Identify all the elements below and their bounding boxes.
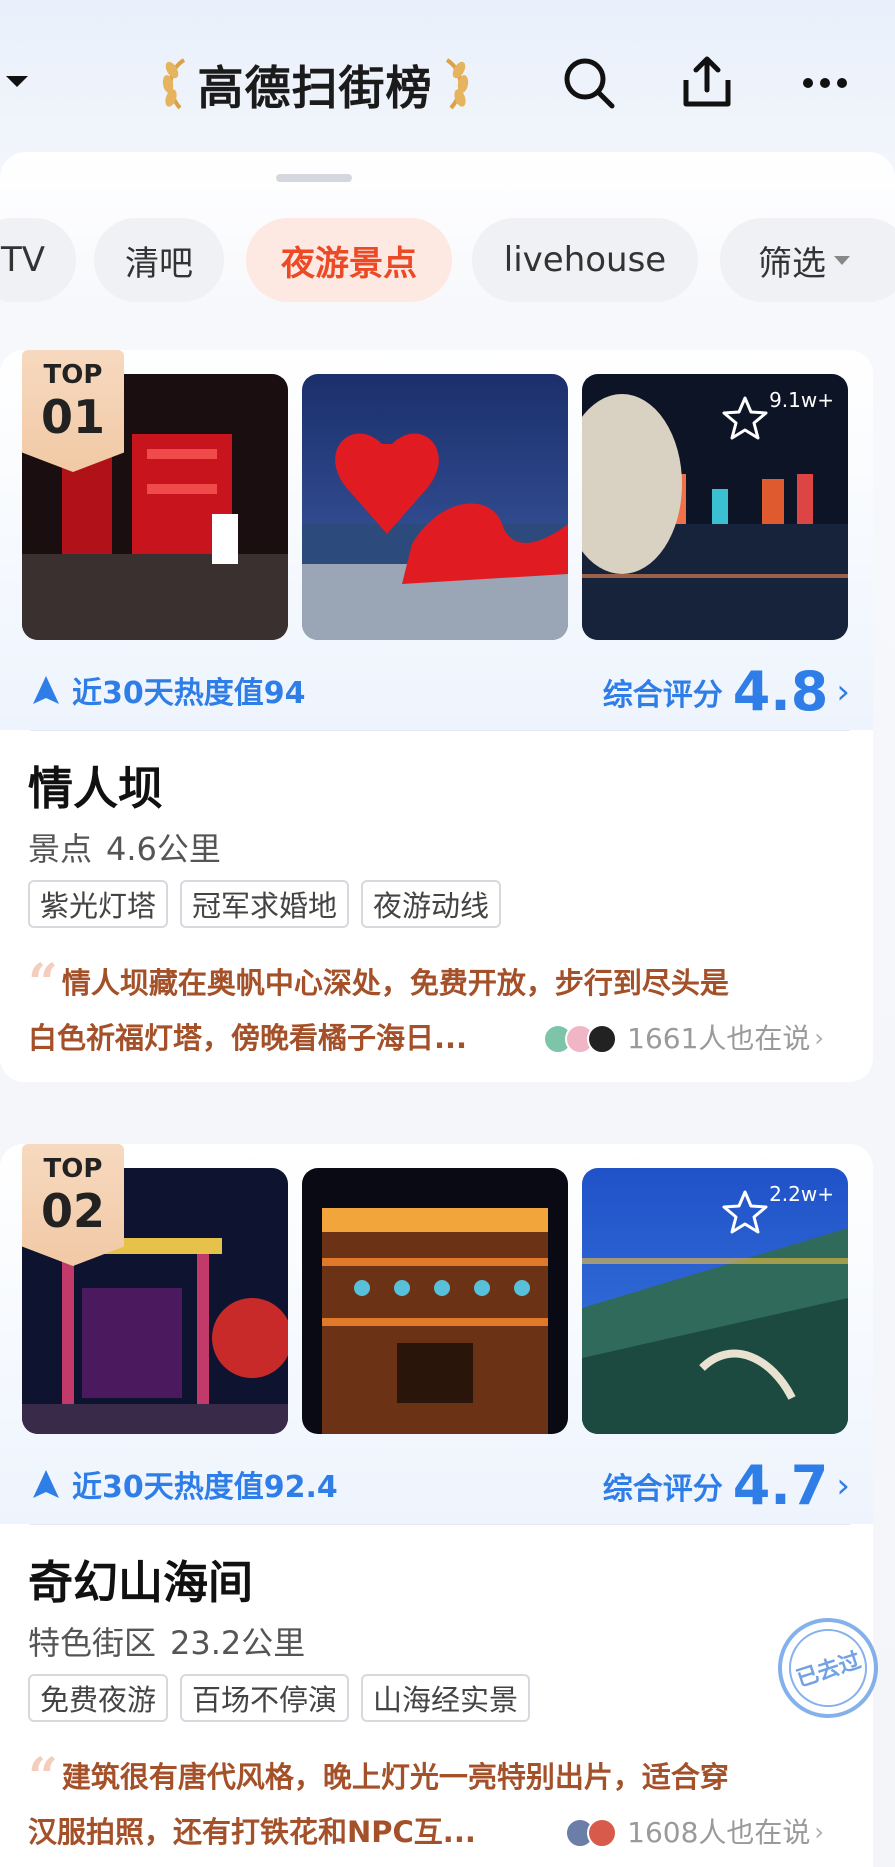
- share-icon[interactable]: [676, 52, 738, 114]
- filter-chip-bar: TV 清吧 夜游景点 livehouse 筛选: [0, 218, 895, 302]
- ranking-title: 高德扫街榜: [140, 50, 490, 120]
- rank-badge: TOP 01: [22, 350, 124, 472]
- sheet-drag-handle[interactable]: [276, 174, 352, 182]
- dropdown-chevron-icon[interactable]: [6, 76, 28, 87]
- tag-list: 免费夜游 百场不停演 山海经实景: [28, 1674, 542, 1722]
- photo-2-3[interactable]: 2.2w+: [582, 1168, 848, 1434]
- star-icon: [722, 396, 768, 440]
- more-icon[interactable]: [794, 52, 856, 114]
- chip-label: 夜游景点: [281, 243, 417, 284]
- heat-label: 近30天热度值94: [72, 676, 306, 711]
- filter-button[interactable]: 筛选: [720, 218, 895, 302]
- quote-mark-icon: “: [28, 953, 58, 1014]
- chip-night-tour[interactable]: 夜游景点: [246, 218, 452, 302]
- rank-number: 02: [40, 1184, 105, 1238]
- tag: 冠军求婚地: [180, 880, 350, 928]
- place-name[interactable]: 奇幻山海间: [28, 1546, 253, 1611]
- chip-label: livehouse: [503, 240, 667, 280]
- quote-line-1: 情人坝藏在奥帆中心深处，免费开放，步行到尽头是: [61, 966, 729, 1000]
- discussion-count-text: 1661人也在说: [627, 1022, 811, 1055]
- ranking-card-2[interactable]: 2.2w+ TOP 02 近30天热度值92.4 综合评分 4.7 › 奇幻山海…: [0, 1144, 873, 1867]
- place-category: 景点: [28, 830, 93, 868]
- chip-bar[interactable]: 清吧: [94, 218, 224, 302]
- chevron-right-icon: ›: [814, 1818, 824, 1846]
- place-distance: 4.6公里: [106, 830, 221, 868]
- search-icon[interactable]: [558, 52, 620, 114]
- rank-top-label: TOP: [43, 360, 103, 390]
- heat-value: 近30天热度值92.4: [30, 1462, 338, 1506]
- review-quote[interactable]: “情人坝藏在奥帆中心深处，免费开放，步行到尽头是 白色祈福灯塔，傍晚看橘子海日.…: [28, 956, 848, 1066]
- rank-badge: TOP 02: [22, 1144, 124, 1266]
- visited-stamp-text: 已去过: [778, 1618, 878, 1718]
- place-meta: 特色街区 23.2公里: [28, 1618, 305, 1664]
- score-value: 4.7: [732, 1454, 829, 1517]
- score-label: 综合评分: [602, 1471, 723, 1507]
- divider: [30, 1524, 850, 1525]
- place-name[interactable]: 情人坝: [28, 752, 163, 817]
- photo-1-2[interactable]: [302, 374, 568, 640]
- quote-line-2: 白色祈福灯塔，傍晚看橘子海日...: [28, 1021, 468, 1055]
- heat-value: 近30天热度值94: [30, 668, 306, 712]
- quote-line-2: 汉服拍照，还有打铁花和NPC互...: [28, 1815, 476, 1849]
- heat-label: 近30天热度值92.4: [72, 1470, 338, 1505]
- avatar-stack: [543, 1023, 618, 1054]
- chip-label: 筛选: [758, 243, 826, 284]
- quote-mark-icon: “: [28, 1747, 58, 1808]
- place-category: 特色街区: [28, 1624, 157, 1662]
- favorite-count[interactable]: 9.1w+: [721, 388, 834, 442]
- chip-label: TV: [0, 240, 46, 280]
- heat-score-row: 近30天热度值94 综合评分 4.8 ›: [30, 660, 850, 723]
- rank-top-label: TOP: [43, 1154, 103, 1184]
- divider: [30, 730, 850, 731]
- tag: 山海经实景: [361, 1674, 531, 1722]
- favorite-count-text: 9.1w+: [769, 388, 834, 412]
- discussion-count[interactable]: 1608人也在说 ›: [565, 1805, 824, 1860]
- chevron-right-icon: ›: [836, 1465, 850, 1506]
- favorite-count-text: 2.2w+: [769, 1182, 834, 1206]
- laurel-left-icon: [158, 56, 192, 114]
- tag: 百场不停演: [180, 1674, 350, 1722]
- tag-list: 紫光灯塔 冠军求婚地 夜游动线: [28, 880, 513, 928]
- app-header: 高德扫街榜: [0, 0, 895, 165]
- chevron-right-icon: ›: [814, 1024, 824, 1052]
- review-quote[interactable]: “建筑很有唐代风格，晚上灯光一亮特别出片，适合穿 汉服拍照，还有打铁花和NPC互…: [28, 1750, 848, 1860]
- caret-down-icon: [834, 255, 850, 265]
- chip-livehouse[interactable]: livehouse: [472, 218, 698, 302]
- overall-score[interactable]: 综合评分 4.8 ›: [603, 660, 850, 723]
- photo-1-3[interactable]: 9.1w+: [582, 374, 848, 640]
- laurel-right-icon: [439, 56, 473, 114]
- rank-number: 01: [40, 390, 105, 444]
- avatar: [587, 1023, 618, 1054]
- tag: 免费夜游: [28, 1674, 169, 1722]
- discussion-count-text: 1608人也在说: [627, 1816, 811, 1849]
- chip-tv[interactable]: TV: [0, 218, 76, 302]
- score-label: 综合评分: [602, 677, 723, 713]
- page-title: 高德扫街榜: [197, 61, 433, 115]
- nav-arrow-icon: [33, 676, 59, 704]
- photo-2-2[interactable]: [302, 1168, 568, 1434]
- star-icon: [722, 1190, 768, 1234]
- place-distance: 23.2公里: [170, 1624, 306, 1662]
- tag: 夜游动线: [361, 880, 502, 928]
- chip-label: 清吧: [125, 243, 193, 284]
- favorite-count[interactable]: 2.2w+: [721, 1182, 834, 1236]
- place-meta: 景点 4.6公里: [28, 824, 221, 870]
- avatar: [587, 1817, 618, 1848]
- heat-score-row: 近30天热度值92.4 综合评分 4.7 ›: [30, 1454, 850, 1517]
- chevron-right-icon: ›: [836, 671, 850, 712]
- nav-arrow-icon: [33, 1470, 59, 1498]
- quote-line-1: 建筑很有唐代风格，晚上灯光一亮特别出片，适合穿: [61, 1760, 729, 1794]
- tag: 紫光灯塔: [28, 880, 169, 928]
- avatar-stack: [565, 1817, 618, 1848]
- discussion-count[interactable]: 1661人也在说 ›: [543, 1011, 824, 1066]
- ranking-card-1[interactable]: 9.1w+ TOP 01 近30天热度值94 综合评分 4.8 › 情人坝 景点…: [0, 350, 873, 1082]
- overall-score[interactable]: 综合评分 4.7 ›: [603, 1454, 850, 1517]
- score-value: 4.8: [732, 660, 829, 723]
